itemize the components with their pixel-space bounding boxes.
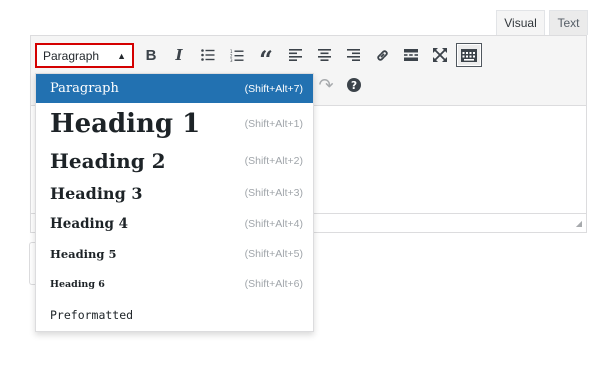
read-more-icon [404, 49, 418, 61]
read-more-button[interactable] [399, 44, 423, 66]
format-dropdown-menu: Paragraph (Shift+Alt+7) Heading 1 (Shift… [35, 73, 314, 332]
link-icon [376, 49, 388, 61]
svg-text:?: ? [351, 80, 357, 92]
menu-item-shortcut: (Shift+Alt+2) [244, 154, 303, 167]
italic-button[interactable]: I [167, 44, 191, 66]
redo-icon: ↷ [318, 75, 334, 95]
menu-item-label: Heading 6 [50, 278, 105, 290]
blockquote-button[interactable]: “ [254, 44, 278, 71]
menu-item-label: Heading 5 [50, 247, 117, 261]
bulleted-list-button[interactable] [196, 44, 220, 66]
svg-text:3: 3 [230, 57, 233, 61]
align-left-button[interactable] [283, 44, 307, 66]
fullscreen-button[interactable] [428, 44, 452, 66]
menu-item-shortcut: (Shift+Alt+7) [244, 82, 303, 95]
italic-icon: I [175, 45, 183, 64]
menu-item-shortcut: (Shift+Alt+4) [244, 218, 303, 230]
menu-item-shortcut: (Shift+Alt+5) [244, 248, 303, 260]
menu-item-heading-5[interactable]: Heading 5 (Shift+Alt+5) [36, 239, 313, 269]
align-right-button[interactable] [341, 44, 365, 66]
bold-icon: B [145, 46, 157, 64]
resize-handle-icon[interactable]: ◢ [576, 219, 582, 228]
menu-item-heading-2[interactable]: Heading 2 (Shift+Alt+2) [36, 144, 313, 177]
menu-item-label: Paragraph [50, 81, 119, 96]
align-left-icon [288, 49, 302, 61]
format-select[interactable]: Paragraph ▲ [35, 43, 134, 68]
help-icon: ? [347, 78, 361, 92]
tab-visual[interactable]: Visual [496, 10, 545, 35]
menu-item-label: Heading 3 [50, 183, 143, 203]
align-center-button[interactable] [312, 44, 336, 66]
toolbar-toggle-icon [461, 48, 477, 62]
menu-item-shortcut: (Shift+Alt+1) [244, 117, 303, 130]
bulleted-list-icon [201, 49, 215, 61]
help-button[interactable]: ? [342, 74, 366, 96]
menu-item-preformatted[interactable]: Preformatted [36, 299, 313, 330]
link-button[interactable] [370, 44, 394, 66]
menu-item-shortcut: (Shift+Alt+6) [244, 278, 303, 290]
tab-text[interactable]: Text [549, 10, 588, 35]
numbered-list-icon: 1 2 3 [230, 49, 244, 62]
menu-item-label: Preformatted [50, 307, 134, 322]
menu-item-paragraph[interactable]: Paragraph (Shift+Alt+7) [36, 74, 313, 103]
align-center-icon [317, 49, 331, 61]
menu-item-heading-6[interactable]: Heading 6 (Shift+Alt+6) [36, 269, 313, 299]
blockquote-icon: “ [259, 44, 273, 74]
menu-item-heading-3[interactable]: Heading 3 (Shift+Alt+3) [36, 177, 313, 209]
format-select-value: Paragraph [43, 48, 100, 63]
menu-item-label: Heading 4 [50, 216, 129, 232]
menu-item-label: Heading 2 [50, 148, 166, 173]
menu-item-label: Heading 1 [50, 108, 201, 139]
fullscreen-icon [433, 48, 447, 62]
align-right-icon [346, 49, 360, 61]
caret-up-icon: ▲ [117, 51, 126, 61]
numbered-list-button[interactable]: 1 2 3 [225, 44, 249, 66]
redo-button[interactable]: ↷ [314, 74, 338, 96]
menu-item-heading-1[interactable]: Heading 1 (Shift+Alt+1) [36, 103, 313, 144]
menu-item-shortcut: (Shift+Alt+3) [244, 187, 303, 199]
bold-button[interactable]: B [139, 44, 163, 66]
menu-item-heading-4[interactable]: Heading 4 (Shift+Alt+4) [36, 209, 313, 239]
toolbar-toggle-button[interactable] [456, 43, 482, 67]
